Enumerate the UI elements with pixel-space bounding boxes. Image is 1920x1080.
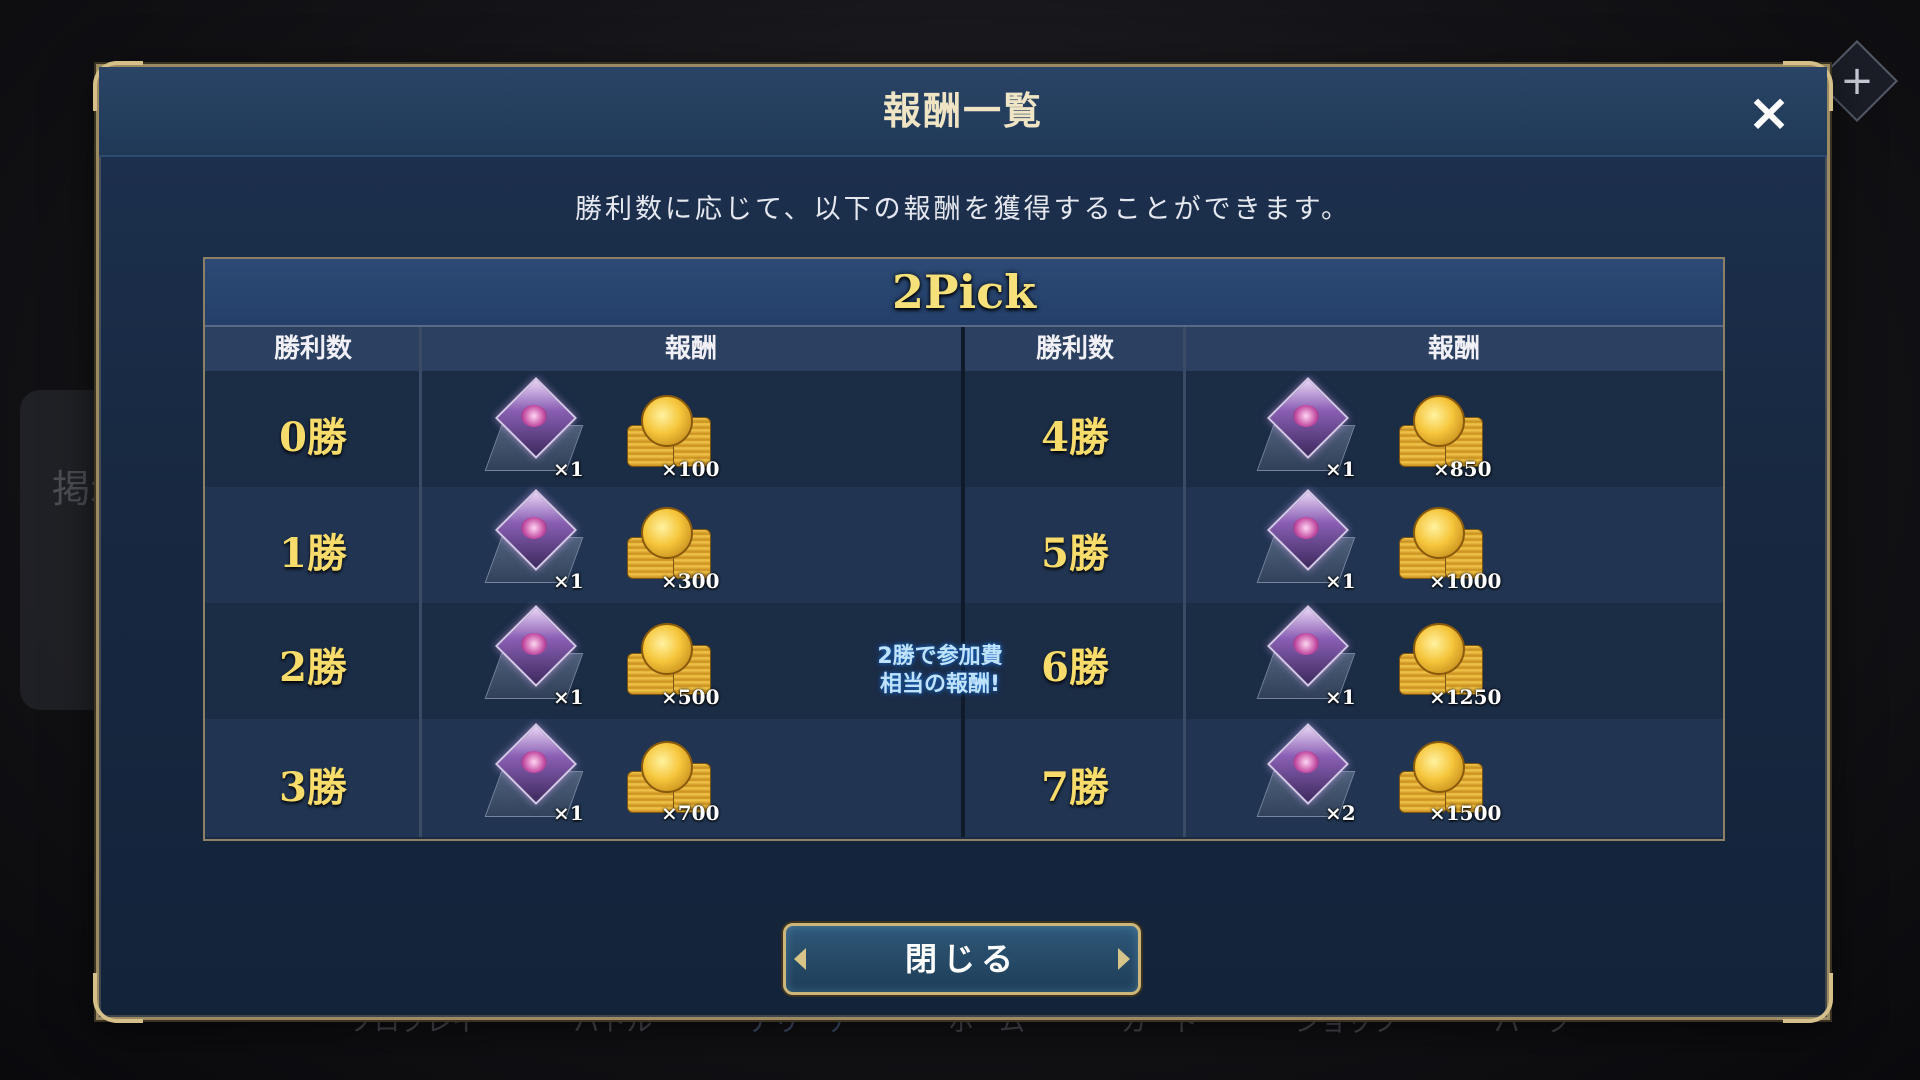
win-count-2: 2勝 bbox=[279, 644, 347, 691]
crystal-quantity: ×1 bbox=[1325, 569, 1356, 593]
coin-quantity: ×850 bbox=[1433, 457, 1492, 481]
win-count-4: 4勝 bbox=[1041, 414, 1109, 461]
chevron-right-icon bbox=[1118, 948, 1130, 970]
crystal-quantity: ×2 bbox=[1325, 801, 1356, 825]
header-wins-left: 勝利数 bbox=[273, 334, 352, 364]
header-reward-left: 報酬 bbox=[664, 334, 717, 364]
header-reward-right: 報酬 bbox=[1427, 334, 1480, 364]
crystal-quantity: ×1 bbox=[553, 685, 584, 709]
crystal-quantity: ×1 bbox=[553, 569, 584, 593]
close-icon[interactable]: × bbox=[1739, 83, 1799, 143]
coin-quantity: ×700 bbox=[661, 801, 720, 825]
win-count-1: 1勝 bbox=[279, 530, 347, 577]
coin-quantity: ×1250 bbox=[1429, 685, 1502, 709]
dialog-title: 報酬一覧 bbox=[882, 88, 1043, 133]
close-button[interactable]: 閉じる bbox=[783, 923, 1141, 995]
coin-quantity: ×300 bbox=[661, 569, 720, 593]
crystal-quantity: ×1 bbox=[553, 801, 584, 825]
close-button-label: 閉じる bbox=[904, 940, 1019, 978]
table-title: 2Pick bbox=[892, 265, 1036, 319]
win-count-7: 7勝 bbox=[1041, 764, 1109, 811]
win-count-5: 5勝 bbox=[1041, 530, 1109, 577]
reward-table: 2Pick 勝利数 報酬 勝利数 報酬 0勝 ×1 ×100 1勝 ×1 ×30… bbox=[203, 257, 1725, 841]
reward-list-dialog: 報酬一覧 × 勝利数に応じて、以下の報酬を獲得することができます。 2Pick … bbox=[93, 61, 1833, 1023]
chevron-left-icon bbox=[794, 948, 806, 970]
crystal-quantity: ×1 bbox=[553, 457, 584, 481]
frame-corner bbox=[93, 973, 143, 1023]
coin-quantity: ×1000 bbox=[1429, 569, 1502, 593]
win-count-0: 0勝 bbox=[279, 414, 347, 461]
coin-quantity: ×100 bbox=[661, 457, 720, 481]
win-count-3: 3勝 bbox=[279, 764, 347, 811]
crystal-quantity: ×1 bbox=[1325, 457, 1356, 481]
crystal-quantity: ×1 bbox=[1325, 685, 1356, 709]
coin-quantity: ×1500 bbox=[1429, 801, 1502, 825]
frame-corner bbox=[1783, 973, 1833, 1023]
center-divider bbox=[961, 327, 965, 837]
header-wins-right: 勝利数 bbox=[1035, 334, 1114, 364]
instructions-text: 勝利数に応じて、以下の報酬を獲得することができます。 bbox=[575, 194, 1351, 225]
win-count-6: 6勝 bbox=[1041, 644, 1109, 691]
column-divider bbox=[1183, 327, 1186, 837]
coin-quantity: ×500 bbox=[661, 685, 720, 709]
